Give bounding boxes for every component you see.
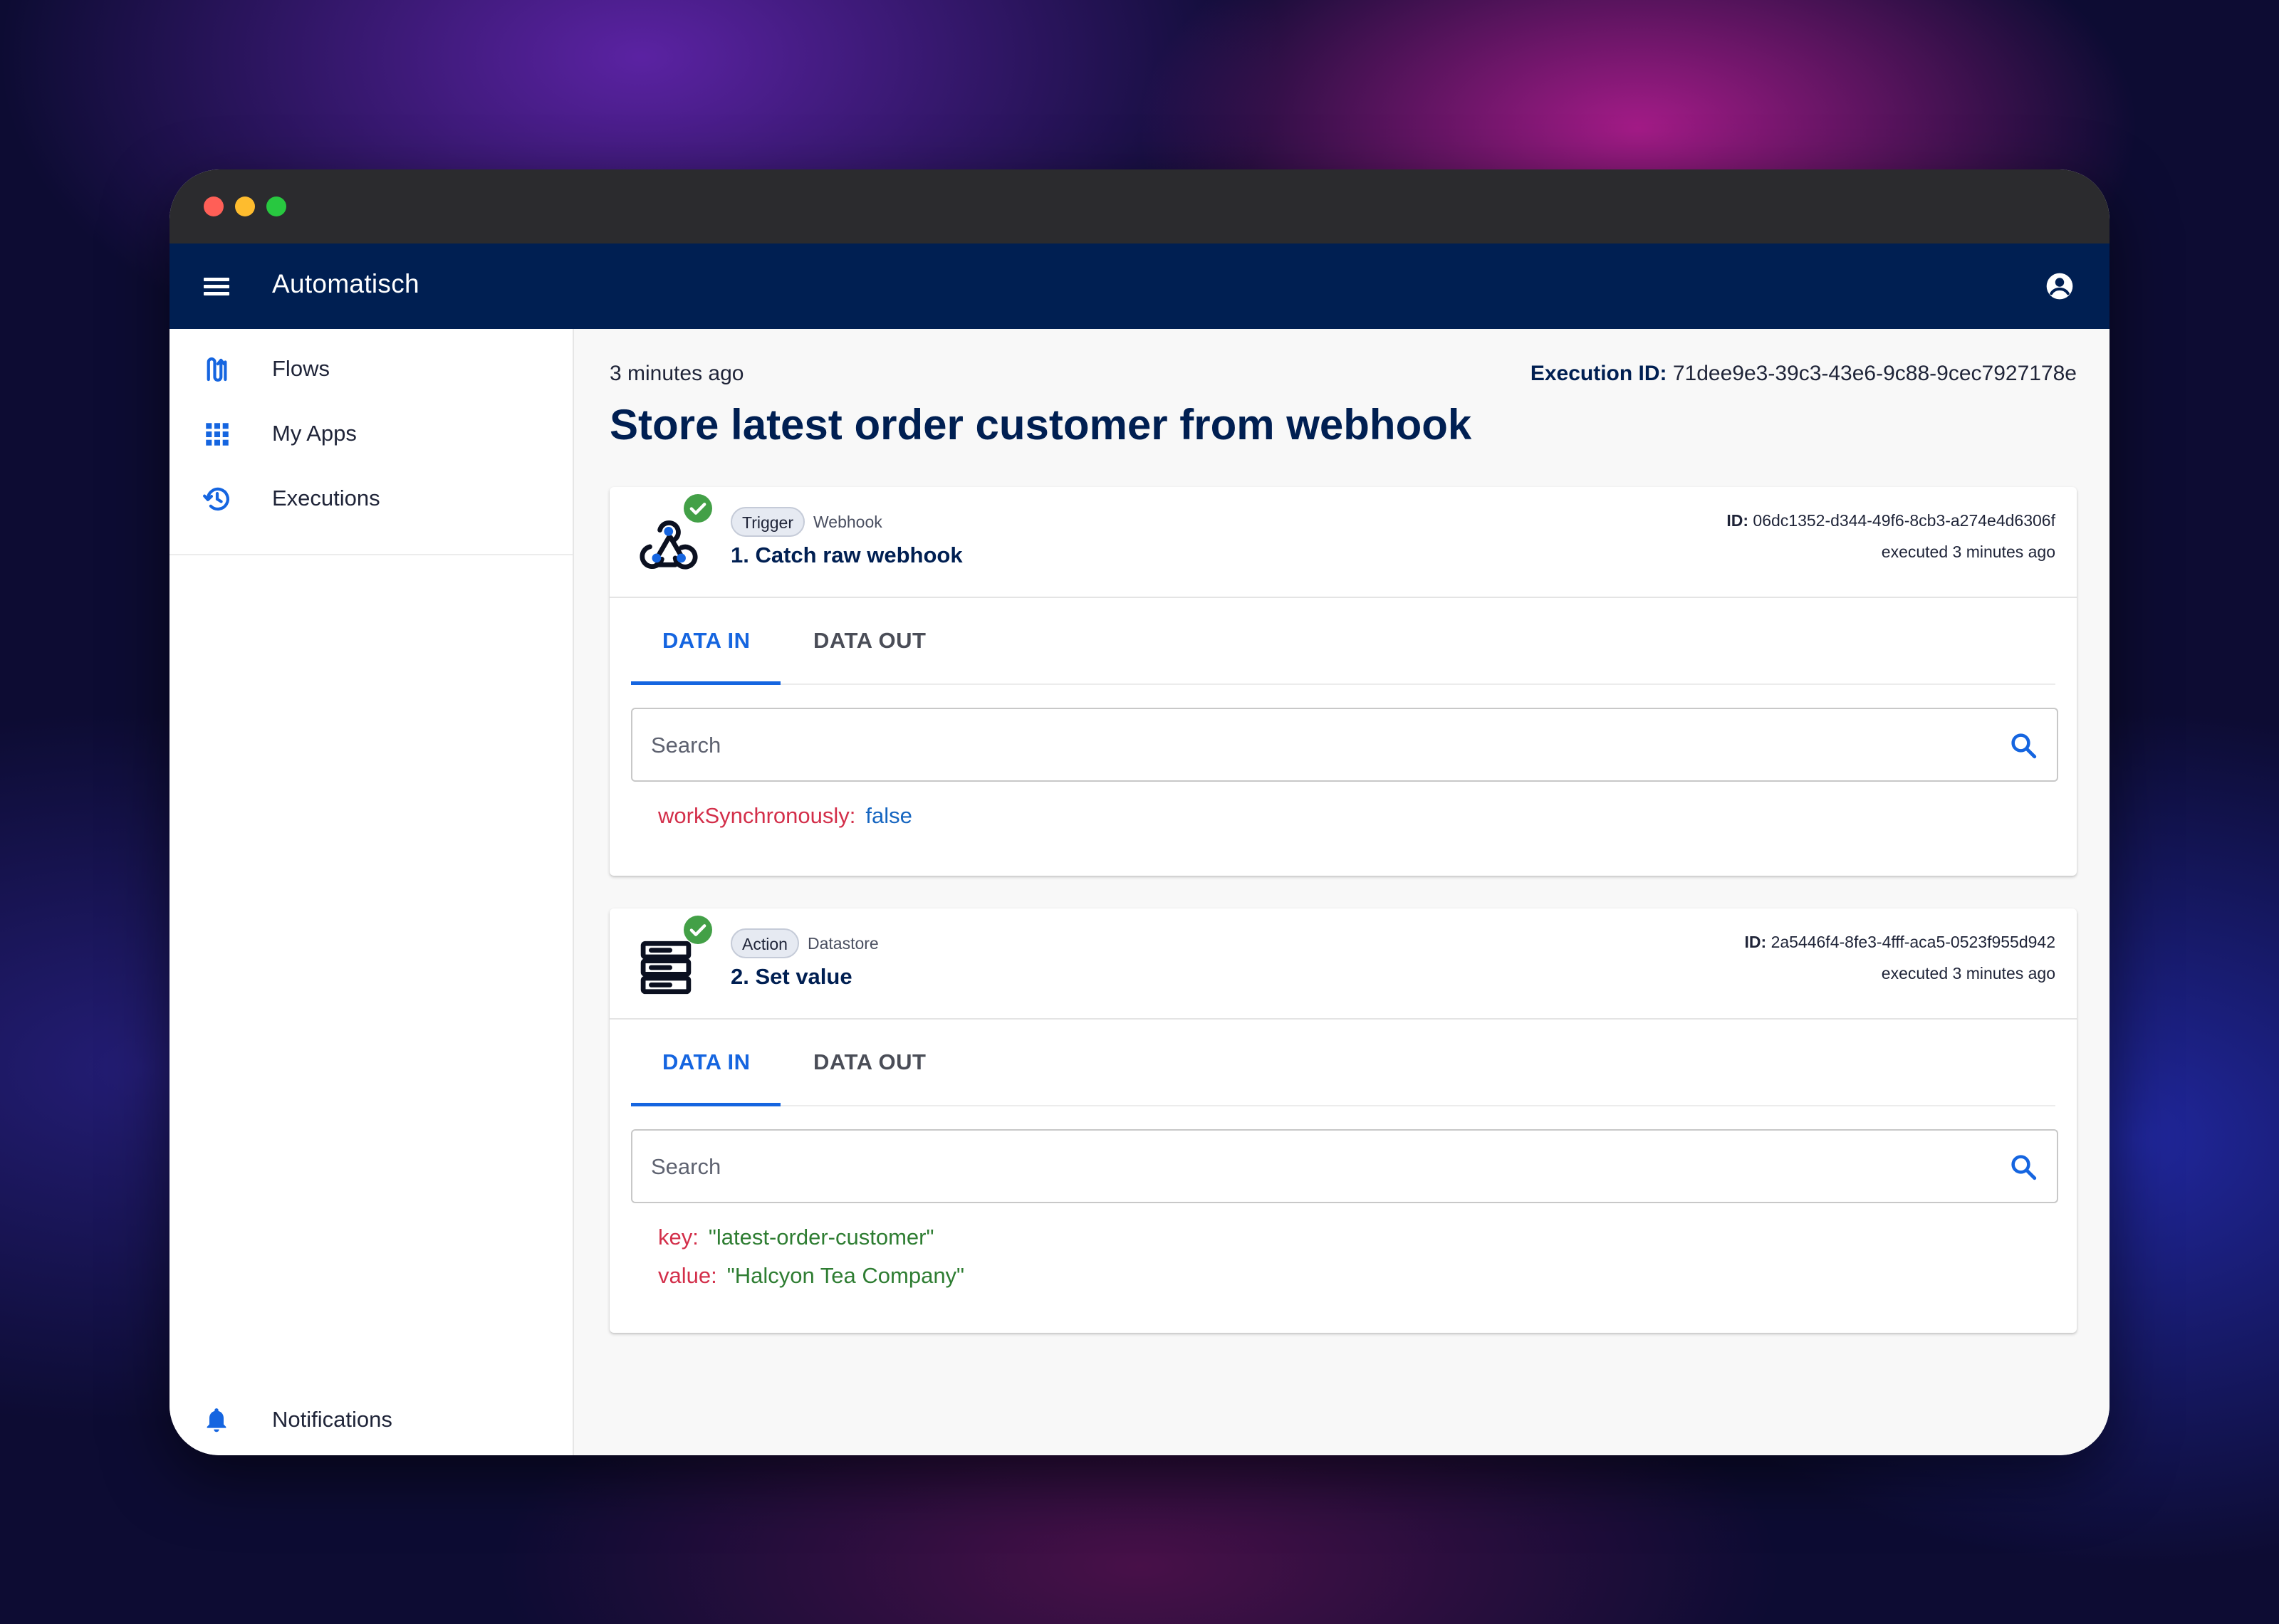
search-icon[interactable] bbox=[2008, 1152, 2038, 1182]
sidebar-item-label: Flows bbox=[272, 356, 330, 381]
step-data-tabs: DATA IN DATA OUT bbox=[631, 597, 2055, 685]
execution-step-card: Trigger Webhook 1. Catch raw webhook ID:… bbox=[610, 487, 2077, 876]
search-input[interactable] bbox=[650, 1131, 1970, 1203]
sidebar-item-label: My Apps bbox=[272, 421, 357, 446]
history-icon bbox=[203, 487, 229, 511]
json-value: false bbox=[865, 803, 912, 828]
step-id-value: 2a5446f4-8fe3-4fff-aca5-0523f955d942 bbox=[1770, 933, 2055, 951]
sidebar-item-flows[interactable]: Flows bbox=[170, 337, 573, 402]
json-property: key: "latest-order-customer" bbox=[658, 1225, 934, 1250]
sidebar-item-label: Notifications bbox=[272, 1407, 392, 1432]
app-title: Automatisch bbox=[272, 269, 419, 298]
active-tab-indicator bbox=[631, 1103, 781, 1106]
json-value: "Halcyon Tea Company" bbox=[726, 1263, 965, 1288]
success-check-icon bbox=[684, 494, 712, 523]
execution-id: Execution ID: 71dee9e3-39c3-43e6-9c88-9c… bbox=[1530, 362, 2077, 386]
minimize-window-button[interactable] bbox=[235, 197, 255, 216]
step-app-name: Datastore bbox=[808, 934, 879, 953]
execution-time: 3 minutes ago bbox=[610, 362, 744, 385]
success-check-icon bbox=[684, 916, 712, 944]
datastore-icon bbox=[640, 941, 692, 995]
search-icon[interactable] bbox=[2008, 730, 2038, 760]
data-search bbox=[631, 708, 2058, 782]
tab-data-out[interactable]: DATA OUT bbox=[813, 1049, 926, 1075]
tab-data-out[interactable]: DATA OUT bbox=[813, 628, 926, 654]
sidebar-item-notifications[interactable]: Notifications bbox=[170, 1395, 573, 1445]
step-id: ID: 06dc1352-d344-49f6-8cb3-a274e4d6306f bbox=[1726, 511, 2055, 530]
step-id: ID: 2a5446f4-8fe3-4fff-aca5-0523f955d942 bbox=[1745, 933, 2056, 952]
sidebar-item-label: Executions bbox=[272, 486, 380, 510]
search-input[interactable] bbox=[650, 709, 1970, 782]
json-key: workSynchronously: bbox=[658, 803, 856, 828]
maximize-window-button[interactable] bbox=[266, 197, 286, 216]
sidebar-item-executions[interactable]: Executions bbox=[170, 467, 573, 531]
step-name: 1. Catch raw webhook bbox=[731, 543, 963, 567]
json-property: value: "Halcyon Tea Company" bbox=[658, 1263, 964, 1289]
tab-data-in[interactable]: DATA IN bbox=[662, 628, 750, 654]
tab-data-in[interactable]: DATA IN bbox=[662, 1049, 750, 1075]
step-name: 2. Set value bbox=[731, 964, 852, 989]
json-property: workSynchronously: false bbox=[658, 803, 912, 829]
bell-icon bbox=[207, 1408, 226, 1432]
step-executed-time: executed 3 minutes ago bbox=[1881, 543, 2055, 561]
step-id-label: ID: bbox=[1744, 933, 1767, 951]
app-bar: Automatisch bbox=[170, 243, 2109, 329]
flows-icon bbox=[207, 357, 227, 382]
step-executed-time: executed 3 minutes ago bbox=[1881, 964, 2055, 983]
step-data-tabs: DATA IN DATA OUT bbox=[631, 1018, 2055, 1106]
json-value: "latest-order-customer" bbox=[708, 1225, 934, 1250]
close-window-button[interactable] bbox=[204, 197, 224, 216]
step-header: Trigger Webhook 1. Catch raw webhook ID:… bbox=[610, 487, 2077, 598]
active-tab-indicator bbox=[631, 681, 781, 685]
step-id-label: ID: bbox=[1726, 511, 1749, 530]
apps-grid-icon bbox=[206, 423, 229, 446]
step-type-badge: Action bbox=[731, 928, 799, 958]
step-header: Action Datastore 2. Set value ID: 2a5446… bbox=[610, 908, 2077, 1020]
webhook-icon bbox=[640, 520, 698, 570]
step-app-name: Webhook bbox=[813, 513, 882, 531]
account-circle-icon[interactable] bbox=[2044, 271, 2075, 302]
data-search bbox=[631, 1129, 2058, 1203]
execution-detail: 3 minutes ago Execution ID: 71dee9e3-39c… bbox=[574, 329, 2109, 1455]
window-titlebar bbox=[170, 169, 2109, 243]
page-title: Store latest order customer from webhook bbox=[610, 401, 1472, 449]
step-type-badge: Trigger bbox=[731, 507, 805, 537]
execution-id-value: 71dee9e3-39c3-43e6-9c88-9cec7927178e bbox=[1672, 362, 2077, 385]
json-key: value: bbox=[658, 1263, 717, 1288]
json-key: key: bbox=[658, 1225, 699, 1250]
step-id-value: 06dc1352-d344-49f6-8cb3-a274e4d6306f bbox=[1753, 511, 2055, 530]
sidebar-divider bbox=[170, 554, 573, 555]
hamburger-menu-icon[interactable] bbox=[204, 273, 229, 299]
execution-id-label: Execution ID: bbox=[1530, 362, 1667, 385]
app-window: Automatisch Flows My Apps Executions Not… bbox=[170, 169, 2109, 1455]
sidebar-item-my-apps[interactable]: My Apps bbox=[170, 402, 573, 466]
sidebar: Flows My Apps Executions Notifications bbox=[170, 329, 574, 1455]
execution-step-card: Action Datastore 2. Set value ID: 2a5446… bbox=[610, 908, 2077, 1333]
